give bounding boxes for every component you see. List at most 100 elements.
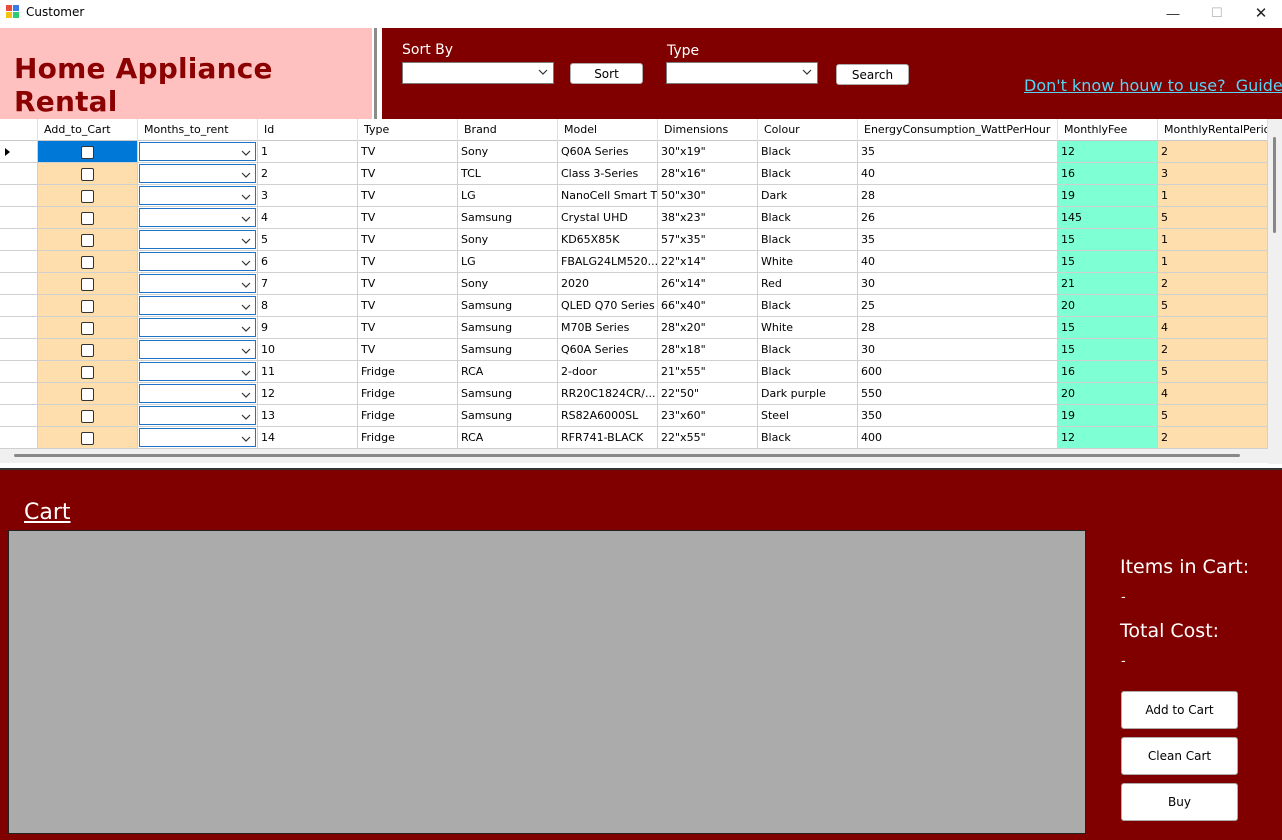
- colour-cell[interactable]: Black: [758, 427, 858, 449]
- add-to-cart-cell[interactable]: [38, 273, 138, 295]
- model-cell[interactable]: M70B Series: [558, 317, 658, 339]
- table-row[interactable]: 7 TV Sony 2020 26"x14" Red 30 21 2: [0, 273, 1268, 295]
- brand-cell[interactable]: Samsung: [458, 339, 558, 361]
- id-cell[interactable]: 12: [258, 383, 358, 405]
- column-header[interactable]: EnergyConsumption_WattPerHour: [858, 119, 1058, 141]
- monthly-fee-cell[interactable]: 15: [1058, 229, 1158, 251]
- monthly-fee-cell[interactable]: 12: [1058, 427, 1158, 449]
- months-to-rent-select[interactable]: [138, 383, 258, 405]
- sort-button[interactable]: Sort: [570, 63, 643, 84]
- column-header[interactable]: Months_to_rent: [138, 119, 258, 141]
- energy-cell[interactable]: 350: [858, 405, 1058, 427]
- add-to-cart-cell[interactable]: [38, 229, 138, 251]
- id-cell[interactable]: 1: [258, 141, 358, 163]
- brand-cell[interactable]: Samsung: [458, 207, 558, 229]
- months-to-rent-select[interactable]: [138, 427, 258, 449]
- row-header[interactable]: [0, 229, 38, 251]
- row-header[interactable]: [0, 251, 38, 273]
- months-to-rent-select[interactable]: [138, 273, 258, 295]
- id-cell[interactable]: 13: [258, 405, 358, 427]
- model-cell[interactable]: QLED Q70 Series: [558, 295, 658, 317]
- maximize-button[interactable]: ☐: [1194, 0, 1240, 26]
- brand-cell[interactable]: Sony: [458, 273, 558, 295]
- row-header[interactable]: [0, 185, 38, 207]
- months-to-rent-select[interactable]: [138, 295, 258, 317]
- id-cell[interactable]: 5: [258, 229, 358, 251]
- monthly-fee-cell[interactable]: 145: [1058, 207, 1158, 229]
- brand-cell[interactable]: RCA: [458, 427, 558, 449]
- add-to-cart-checkbox[interactable]: [81, 300, 94, 313]
- energy-cell[interactable]: 28: [858, 185, 1058, 207]
- energy-cell[interactable]: 30: [858, 339, 1058, 361]
- monthly-fee-cell[interactable]: 21: [1058, 273, 1158, 295]
- add-to-cart-checkbox[interactable]: [81, 432, 94, 445]
- id-cell[interactable]: 14: [258, 427, 358, 449]
- brand-cell[interactable]: Sony: [458, 141, 558, 163]
- dimensions-cell[interactable]: 22"x14": [658, 251, 758, 273]
- table-row[interactable]: 11 Fridge RCA 2-door 21"x55" Black 600 16 5: [0, 361, 1268, 383]
- id-cell[interactable]: 7: [258, 273, 358, 295]
- column-header[interactable]: MonthlyFee: [1058, 119, 1158, 141]
- dimensions-cell[interactable]: 30"x19": [658, 141, 758, 163]
- model-cell[interactable]: Class 3-Series: [558, 163, 658, 185]
- dimensions-cell[interactable]: 21"x55": [658, 361, 758, 383]
- dimensions-cell[interactable]: 22"50": [658, 383, 758, 405]
- colour-cell[interactable]: Black: [758, 207, 858, 229]
- dimensions-cell[interactable]: 28"x16": [658, 163, 758, 185]
- energy-cell[interactable]: 26: [858, 207, 1058, 229]
- appliance-grid[interactable]: Add_to_Cart Months_to_rent Id Type Brand Mode…: [0, 119, 1282, 464]
- type-cell[interactable]: TV: [358, 317, 458, 339]
- colour-cell[interactable]: Black: [758, 229, 858, 251]
- dimensions-cell[interactable]: 28"x20": [658, 317, 758, 339]
- table-row[interactable]: 3 TV LG NanoCell Smart TV 50"x30" Dark 28 19 1: [0, 185, 1268, 207]
- add-to-cart-cell[interactable]: [38, 405, 138, 427]
- rental-period-cell[interactable]: 1: [1158, 251, 1268, 273]
- colour-cell[interactable]: Black: [758, 163, 858, 185]
- type-cell[interactable]: TV: [358, 295, 458, 317]
- monthly-fee-cell[interactable]: 16: [1058, 361, 1158, 383]
- table-row[interactable]: 5 TV Sony KD65X85K 57"x35" Black 35 15 1: [0, 229, 1268, 251]
- search-button[interactable]: Search: [836, 64, 909, 85]
- add-to-cart-cell[interactable]: [38, 383, 138, 405]
- dimensions-cell[interactable]: 57"x35": [658, 229, 758, 251]
- monthly-fee-cell[interactable]: 15: [1058, 251, 1158, 273]
- add-to-cart-checkbox[interactable]: [81, 322, 94, 335]
- type-cell[interactable]: TV: [358, 339, 458, 361]
- dimensions-cell[interactable]: 23"x60": [658, 405, 758, 427]
- colour-cell[interactable]: White: [758, 317, 858, 339]
- brand-cell[interactable]: Samsung: [458, 383, 558, 405]
- type-cell[interactable]: Fridge: [358, 427, 458, 449]
- add-to-cart-checkbox[interactable]: [81, 212, 94, 225]
- close-button[interactable]: ✕: [1238, 0, 1282, 26]
- column-header[interactable]: Id: [258, 119, 358, 141]
- rental-period-cell[interactable]: 3: [1158, 163, 1268, 185]
- brand-cell[interactable]: LG: [458, 251, 558, 273]
- model-cell[interactable]: RS82A6000SL: [558, 405, 658, 427]
- id-cell[interactable]: 4: [258, 207, 358, 229]
- dimensions-cell[interactable]: 26"x14": [658, 273, 758, 295]
- energy-cell[interactable]: 30: [858, 273, 1058, 295]
- add-to-cart-cell[interactable]: [38, 207, 138, 229]
- months-to-rent-select[interactable]: [138, 251, 258, 273]
- table-row[interactable]: 12 Fridge Samsung RR20C1824CR/... 22"50" Dark…: [0, 383, 1268, 405]
- type-cell[interactable]: TV: [358, 207, 458, 229]
- type-cell[interactable]: Fridge: [358, 405, 458, 427]
- colour-cell[interactable]: Dark purple: [758, 383, 858, 405]
- model-cell[interactable]: Crystal UHD: [558, 207, 658, 229]
- rental-period-cell[interactable]: 2: [1158, 339, 1268, 361]
- rental-period-cell[interactable]: 1: [1158, 185, 1268, 207]
- brand-cell[interactable]: LG: [458, 185, 558, 207]
- row-header[interactable]: [0, 405, 38, 427]
- brand-cell[interactable]: TCL: [458, 163, 558, 185]
- add-to-cart-checkbox[interactable]: [81, 344, 94, 357]
- model-cell[interactable]: FBALG24LM520...: [558, 251, 658, 273]
- id-cell[interactable]: 6: [258, 251, 358, 273]
- brand-cell[interactable]: Samsung: [458, 295, 558, 317]
- add-to-cart-cell[interactable]: [38, 163, 138, 185]
- row-header[interactable]: [0, 207, 38, 229]
- column-header[interactable]: Type: [358, 119, 458, 141]
- rental-period-cell[interactable]: 2: [1158, 141, 1268, 163]
- minimize-button[interactable]: —: [1150, 0, 1196, 26]
- type-cell[interactable]: TV: [358, 141, 458, 163]
- model-cell[interactable]: 2-door: [558, 361, 658, 383]
